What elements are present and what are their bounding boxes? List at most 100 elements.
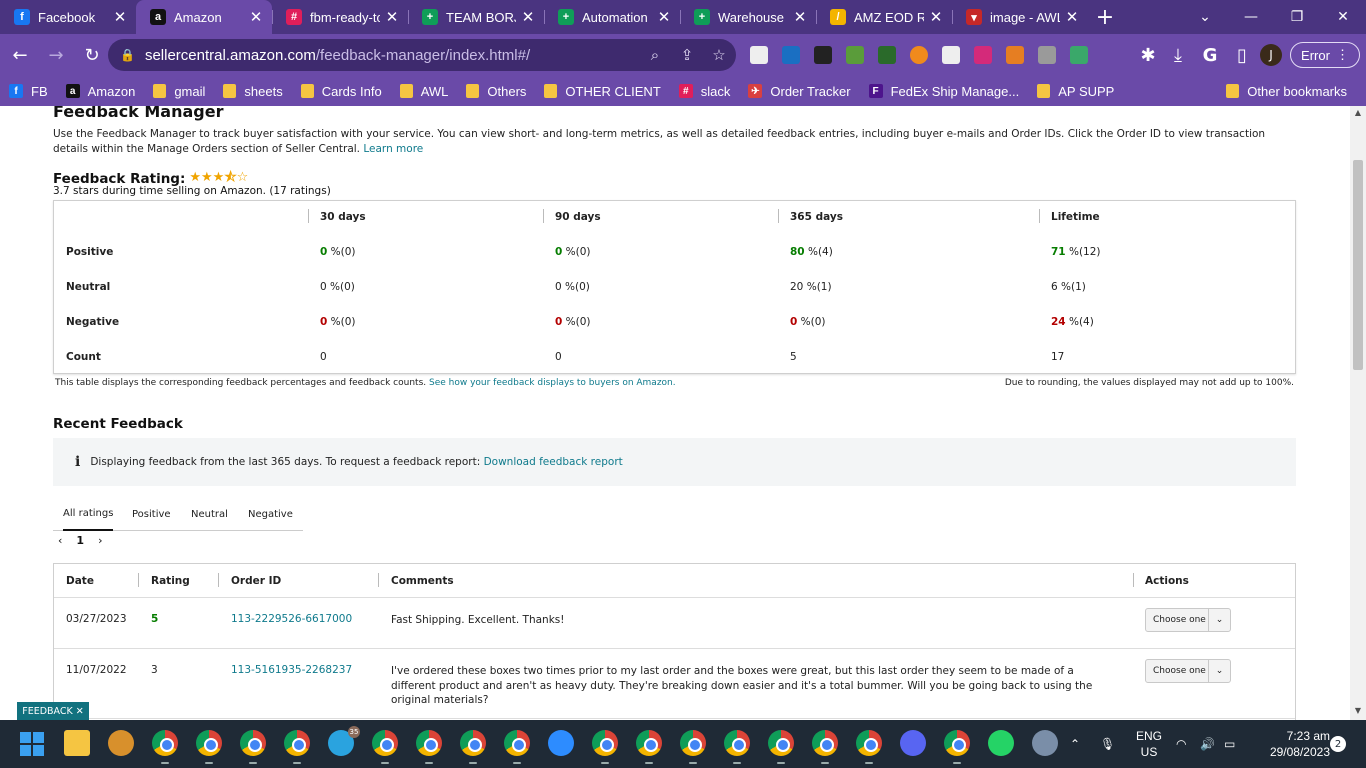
chrome-icon[interactable]	[416, 730, 442, 756]
chrome-icon[interactable]	[240, 730, 266, 756]
battery-icon[interactable]: ▭	[1224, 720, 1235, 768]
actions-dropdown[interactable]: Choose one ⌄	[1145, 608, 1231, 632]
avatar[interactable]: J	[1260, 44, 1282, 66]
learn-more-link[interactable]: Learn more	[363, 143, 423, 155]
order-id-link[interactable]: 113-5161935-2268237	[231, 664, 352, 676]
language-indicator[interactable]: ENG US	[1136, 720, 1162, 768]
scrollbar-thumb[interactable]	[1353, 160, 1363, 370]
scroll-down-icon[interactable]: ▼	[1350, 706, 1366, 715]
feedback-widget-button[interactable]: FEEDBACK ✕	[17, 702, 89, 720]
chrome-icon[interactable]	[680, 730, 706, 756]
chrome-icon[interactable]	[152, 730, 178, 756]
back-icon[interactable]: ←	[4, 39, 36, 71]
browser-tab[interactable]: + Warehouse S✕	[680, 0, 816, 34]
bookmark-item[interactable]: Cards Info	[292, 76, 391, 106]
side-panel-icon[interactable]: ▯	[1226, 39, 1258, 71]
bookmark-item[interactable]: AP SUPP	[1028, 76, 1123, 106]
browser-tab[interactable]: a Amazon ✕	[136, 0, 272, 34]
google-icon[interactable]: G	[1194, 39, 1226, 71]
bookmark-item[interactable]: ✈ Order Tracker	[739, 76, 859, 106]
download-icon[interactable]: ⤓	[1162, 39, 1194, 71]
chrome-icon[interactable]	[284, 730, 310, 756]
browser-tab[interactable]: + TEAM BORJ-L✕	[408, 0, 544, 34]
close-tab-icon[interactable]: ✕	[248, 8, 264, 26]
restore-icon[interactable]: ❐	[1274, 0, 1320, 34]
windows-start-icon[interactable]	[20, 732, 44, 756]
download-report-link[interactable]: Download feedback report	[484, 456, 623, 468]
chrome-icon[interactable]	[592, 730, 618, 756]
address-bar[interactable]: 🔒 sellercentral.amazon.com/feedback-mana…	[108, 39, 736, 71]
new-tab-button[interactable]: +	[1088, 0, 1122, 34]
close-tab-icon[interactable]: ✕	[520, 8, 536, 26]
next-page-icon[interactable]: ›	[98, 534, 102, 547]
bookmark-item[interactable]: F FedEx Ship Manage...	[860, 76, 1029, 106]
extension-icon[interactable]	[750, 46, 768, 64]
bookmark-item[interactable]: sheets	[214, 76, 291, 106]
bookmark-item[interactable]: AWL	[391, 76, 458, 106]
clock[interactable]: 7:23 am 29/08/2023	[1250, 728, 1330, 760]
order-id-link[interactable]: 113-2229526-6617000	[231, 613, 352, 625]
forward-icon[interactable]: →	[40, 39, 72, 71]
page-number[interactable]: 1	[76, 534, 84, 547]
lock-icon[interactable]: 🔒	[120, 48, 135, 62]
chrome-icon[interactable]	[460, 730, 486, 756]
close-tab-icon[interactable]: ✕	[792, 8, 808, 26]
notification-badge[interactable]: 2	[1330, 736, 1346, 752]
rating-filter-tab[interactable]: Negative	[248, 497, 293, 531]
chrome-icon[interactable]	[812, 730, 838, 756]
wifi-icon[interactable]: ◠	[1176, 720, 1186, 768]
extensions-puzzle-icon[interactable]: ✱	[1132, 39, 1164, 71]
chart-extension-icon[interactable]	[1006, 46, 1024, 64]
share-icon[interactable]: ⇪	[672, 39, 702, 71]
extension-icon[interactable]	[974, 46, 992, 64]
actions-dropdown[interactable]: Choose one ⌄	[1145, 659, 1231, 683]
chrome-icon[interactable]	[504, 730, 530, 756]
chrome-icon[interactable]	[724, 730, 750, 756]
browser-tab[interactable]: + Automation S✕	[544, 0, 680, 34]
extension-icon[interactable]	[846, 46, 864, 64]
reload-icon[interactable]: ↻	[76, 39, 108, 71]
chrome-icon[interactable]	[768, 730, 794, 756]
browser-tab[interactable]: # fbm-ready-to ✕	[272, 0, 408, 34]
chrome-icon[interactable]	[196, 730, 222, 756]
tab-search-icon[interactable]: ⌄	[1182, 0, 1228, 34]
extension-icon[interactable]	[1038, 46, 1056, 64]
microphone-icon[interactable]: 🎙	[1100, 720, 1115, 768]
bookmark-item[interactable]: OTHER CLIENT	[535, 76, 669, 106]
close-tab-icon[interactable]: ✕	[928, 8, 944, 26]
scroll-up-icon[interactable]: ▲	[1350, 108, 1366, 117]
close-tab-icon[interactable]: ✕	[112, 8, 128, 26]
extension-icon[interactable]	[1070, 46, 1088, 64]
close-window-icon[interactable]: ✕	[1320, 0, 1366, 34]
extension-icon[interactable]	[942, 46, 960, 64]
zoom-search-icon[interactable]: ⌕	[640, 39, 670, 71]
bookmark-item[interactable]: f FB	[0, 76, 57, 106]
whatsapp-icon[interactable]	[988, 730, 1014, 756]
rating-filter-tab[interactable]: Positive	[132, 497, 171, 531]
bookmark-item[interactable]: a Amazon	[57, 76, 145, 106]
browser-tab[interactable]: ▾ image - AWL ✕	[952, 0, 1088, 34]
camera-extension-icon[interactable]	[814, 46, 832, 64]
extension-icon[interactable]	[910, 46, 928, 64]
error-button[interactable]: Error ⋮	[1290, 42, 1360, 68]
rating-filter-tab[interactable]: Neutral	[191, 497, 228, 531]
file-explorer-icon[interactable]	[64, 730, 90, 756]
browser-tab[interactable]: f Facebook ✕	[0, 0, 136, 34]
discord-icon[interactable]	[900, 730, 926, 756]
chrome-icon[interactable]	[372, 730, 398, 756]
close-tab-icon[interactable]: ✕	[1064, 8, 1080, 26]
chrome-icon[interactable]	[856, 730, 882, 756]
extension-icon[interactable]	[878, 46, 896, 64]
feedback-display-link[interactable]: See how your feedback displays to buyers…	[429, 378, 676, 388]
other-bookmarks[interactable]: Other bookmarks	[1217, 76, 1356, 106]
page-scrollbar[interactable]: ▲ ▼	[1350, 106, 1366, 720]
close-tab-icon[interactable]: ✕	[656, 8, 672, 26]
minimize-icon[interactable]: —	[1228, 0, 1274, 34]
bookmark-item[interactable]: gmail	[144, 76, 214, 106]
close-tab-icon[interactable]: ✕	[384, 8, 400, 26]
app-icon[interactable]	[108, 730, 134, 756]
volume-icon[interactable]: 🔊	[1200, 720, 1215, 768]
chrome-icon[interactable]	[944, 730, 970, 756]
rating-filter-tab[interactable]: All ratings	[63, 497, 114, 531]
bookmark-star-icon[interactable]: ☆	[704, 39, 734, 71]
